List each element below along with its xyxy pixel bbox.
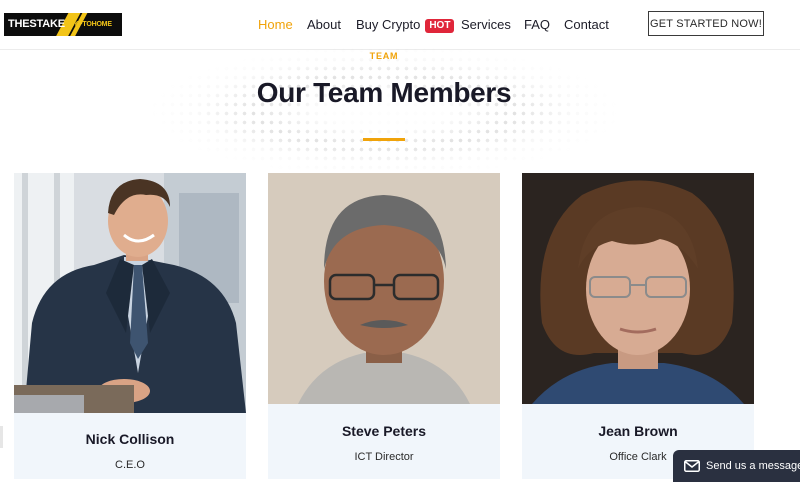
team-photo-jean-brown — [522, 173, 754, 404]
hot-badge: HOT — [425, 19, 455, 33]
nav-home[interactable]: Home — [258, 17, 293, 32]
member-name: Jean Brown — [598, 423, 678, 439]
member-role: ICT Director — [354, 451, 414, 463]
team-card-steve-peters: Steve Peters ICT Director — [268, 404, 500, 479]
team-photo-nick-collison — [14, 173, 246, 413]
send-message-widget[interactable]: Send us a message — [673, 450, 800, 482]
member-name: Nick Collison — [85, 431, 175, 447]
member-name: Steve Peters — [341, 423, 427, 439]
nav-contact[interactable]: Contact — [564, 17, 609, 32]
logo-text: THESTAKE — [8, 18, 65, 30]
team-card-nick-collison: Nick Collison C.E.O — [14, 413, 246, 479]
team-photo-steve-peters — [268, 173, 500, 404]
site-logo[interactable]: THESTAKE CRYPTOHOME — [4, 13, 122, 36]
nav-buy-crypto[interactable]: Buy Crypto HOT — [356, 17, 455, 33]
section-eyebrow: TEAM — [369, 51, 399, 61]
envelope-icon — [684, 460, 700, 472]
side-tab[interactable] — [0, 426, 3, 448]
nav-buy-crypto-label: Buy Crypto — [356, 17, 421, 32]
halftone-decoration — [150, 46, 620, 176]
section-title: Our Team Members — [256, 77, 512, 108]
title-underline — [363, 138, 405, 141]
nav-faq[interactable]: FAQ — [524, 17, 550, 32]
nav-services[interactable]: Services — [461, 17, 511, 32]
nav-about[interactable]: About — [307, 17, 341, 32]
member-role: C.E.O — [115, 459, 145, 471]
logo-subtext: CRYPTOHOME — [64, 21, 112, 28]
get-started-button[interactable]: GET STARTED NOW! — [648, 11, 764, 36]
send-message-label: Send us a message — [706, 460, 800, 472]
site-header: THESTAKE CRYPTOHOME Home About Buy Crypt… — [0, 0, 800, 50]
